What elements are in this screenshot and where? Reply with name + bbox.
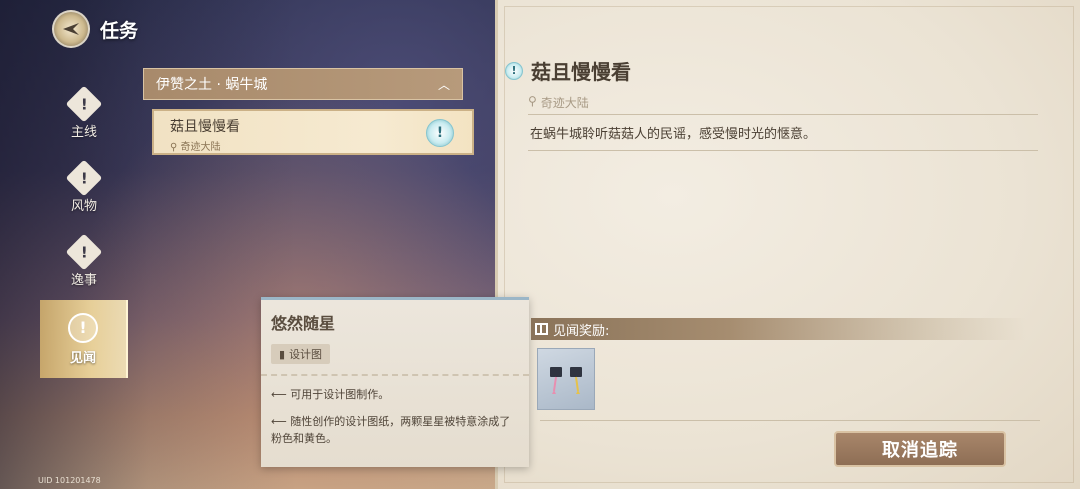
detail-title: 菇且慢慢看: [531, 60, 631, 84]
sidebar-item-label: 风物: [70, 198, 97, 214]
page-title: 任务: [100, 19, 139, 42]
sidebar-item-label: 逸事: [70, 272, 97, 288]
quest-description: 在蜗牛城聆听菇菇人的民谣，感受慢时光的惬意。: [530, 127, 817, 142]
quest-category-sidebar: ! 主线 ! 风物 ! 逸事 ! 见闻: [40, 78, 130, 378]
anecdote-icon: !: [65, 233, 103, 270]
main-quest-icon: !: [65, 85, 103, 122]
quest-location-text: 奇迹大陆: [180, 142, 221, 153]
tooltip-line: ⟵ 随性创作的设计图纸，两颗星星被特意涂成了粉色和黄色。: [261, 413, 529, 447]
tooltip-tag-text: 设计图: [289, 348, 323, 361]
cancel-tracking-button[interactable]: 取消追踪: [834, 431, 1006, 467]
detail-location: ⚲ 奇迹大陆: [528, 94, 589, 111]
tooltip-tag: ▮ 设计图: [271, 344, 331, 364]
sidebar-item-lore[interactable]: ! 风物: [40, 152, 128, 226]
tooltip-line: ⟵ 可用于设计图制作。: [261, 386, 529, 403]
gift-icon: [535, 323, 548, 335]
blueprint-reward-icon: [550, 367, 582, 394]
chevron-up-icon: ︿: [437, 77, 450, 92]
reward-header: 见闻奖励:: [531, 318, 1026, 340]
tooltip-header: 悠然随星 ▮ 设计图: [261, 300, 529, 376]
tracked-quest-icon: !: [426, 119, 454, 147]
sidebar-item-exploration[interactable]: ! 见闻: [40, 300, 128, 378]
item-tooltip: 悠然随星 ▮ 设计图 ⟵ 可用于设计图制作。 ⟵ 随性创作的设计图纸，两颗星星被…: [261, 297, 529, 467]
divider: [528, 150, 1038, 151]
quest-title: 菇且慢慢看: [170, 119, 240, 135]
sidebar-item-label: 主线: [70, 124, 97, 140]
reward-item-blueprint[interactable]: [537, 348, 595, 410]
blueprint-icon: ▮: [279, 347, 286, 361]
exploration-icon: !: [68, 312, 98, 343]
bullet-icon: ⟵: [271, 415, 291, 428]
location-pin-icon: ⚲: [170, 142, 178, 153]
region-name: 伊赞之土 · 蜗牛城: [156, 77, 268, 93]
quest-marker-icon: !: [505, 61, 523, 80]
divider: [528, 114, 1038, 115]
tooltip-title: 悠然随星: [271, 314, 336, 333]
lore-icon: !: [65, 159, 103, 196]
detail-location-text: 奇迹大陆: [540, 96, 589, 110]
reward-label: 见闻奖励:: [553, 323, 610, 339]
divider: [540, 420, 1040, 421]
quest-location: ⚲ 奇迹大陆: [170, 138, 456, 153]
bullet-icon: ⟵: [271, 388, 291, 401]
header: 任务: [52, 10, 138, 48]
quest-list-item[interactable]: 菇且慢慢看 ⚲ 奇迹大陆 !: [152, 109, 474, 155]
sidebar-item-label: 见闻: [69, 350, 96, 366]
location-pin-icon: ⚲: [528, 94, 537, 108]
region-collapse-header[interactable]: 伊赞之土 · 蜗牛城 ︿: [143, 68, 463, 100]
tooltip-line-text: 随性创作的设计图纸，两颗星星被特意涂成了粉色和黄色。: [271, 415, 511, 445]
sidebar-item-anecdote[interactable]: ! 逸事: [40, 226, 128, 300]
detail-header: ! 菇且慢慢看: [505, 56, 631, 85]
tooltip-line-text: 可用于设计图制作。: [290, 388, 390, 401]
sidebar-item-main[interactable]: ! 主线: [40, 78, 128, 152]
back-logo-icon[interactable]: [52, 10, 90, 48]
user-id: UID 101201478: [38, 476, 101, 485]
